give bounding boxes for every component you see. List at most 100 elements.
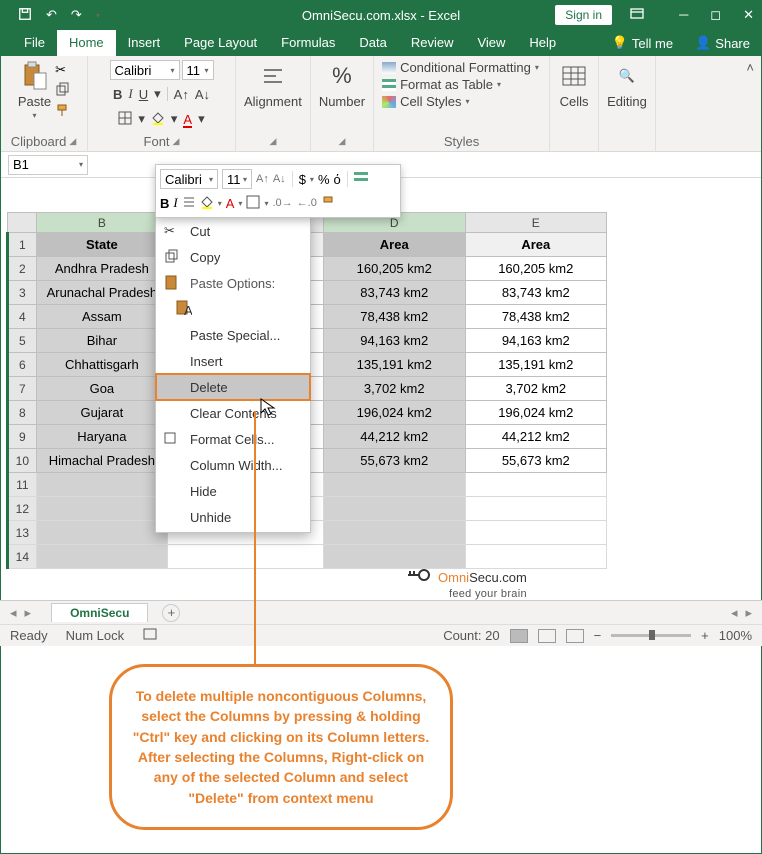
- cell[interactable]: Arunachal Pradesh: [36, 281, 167, 305]
- mini-fill[interactable]: [200, 195, 214, 212]
- cell[interactable]: Area: [465, 233, 607, 257]
- mini-grow-font[interactable]: A↑: [256, 173, 269, 185]
- tab-home[interactable]: Home: [57, 30, 116, 56]
- ctx-paste[interactable]: A: [156, 296, 310, 322]
- mini-shrink-font[interactable]: A↓: [273, 173, 286, 185]
- zoom-in-icon[interactable]: +: [701, 628, 709, 643]
- format-as-table-button[interactable]: Format as Table▾: [382, 77, 539, 92]
- bold-button[interactable]: B: [113, 87, 122, 102]
- grow-font-button[interactable]: A↑: [174, 87, 189, 102]
- format-painter-icon[interactable]: [55, 103, 69, 120]
- row-header[interactable]: 2: [8, 257, 37, 281]
- alignment-launcher-icon[interactable]: ◢: [269, 136, 276, 147]
- underline-button[interactable]: U: [139, 87, 148, 102]
- mini-comma[interactable]: ό: [334, 172, 341, 187]
- row-header[interactable]: 5: [8, 329, 37, 353]
- mini-font-name[interactable]: Calibri▾: [160, 169, 218, 189]
- ctx-paste-special[interactable]: Paste Special...: [156, 322, 310, 348]
- row-header[interactable]: 6: [8, 353, 37, 377]
- mini-format-painter[interactable]: [321, 195, 335, 212]
- cell[interactable]: 3,702 km2: [465, 377, 607, 401]
- tab-view[interactable]: View: [465, 30, 517, 56]
- font-size-combo[interactable]: 11▾: [182, 60, 214, 80]
- row-header[interactable]: 8: [8, 401, 37, 425]
- cell[interactable]: Area: [323, 233, 465, 257]
- cell[interactable]: 44,212 km2: [465, 425, 607, 449]
- ctx-unhide[interactable]: Unhide: [156, 504, 310, 530]
- cell[interactable]: 83,743 km2: [465, 281, 607, 305]
- share-button[interactable]: 👤Share: [695, 35, 750, 51]
- cell[interactable]: 44,212 km2: [323, 425, 465, 449]
- view-pagelayout-icon[interactable]: [538, 629, 556, 643]
- cell[interactable]: 55,673 km2: [323, 449, 465, 473]
- cell[interactable]: 135,191 km2: [465, 353, 607, 377]
- ctx-column-width[interactable]: Column Width...: [156, 452, 310, 478]
- view-pagebreak-icon[interactable]: [566, 629, 584, 643]
- conditional-formatting-button[interactable]: Conditional Formatting▾: [382, 60, 539, 75]
- cell[interactable]: 135,191 km2: [323, 353, 465, 377]
- cut-icon[interactable]: ✂: [55, 62, 69, 78]
- tab-file[interactable]: File: [12, 30, 57, 56]
- cell[interactable]: 196,024 km2: [465, 401, 607, 425]
- next-sheet-icon[interactable]: ▸: [25, 605, 32, 621]
- redo-icon[interactable]: ↷: [71, 7, 82, 23]
- maximize-icon[interactable]: ◻: [710, 7, 721, 23]
- ribbon-display-icon[interactable]: [630, 8, 644, 23]
- cells-button[interactable]: Cells: [558, 60, 590, 109]
- row-header[interactable]: 7: [8, 377, 37, 401]
- zoom-out-icon[interactable]: −: [594, 628, 602, 643]
- tellme-button[interactable]: 💡Tell me: [612, 35, 673, 51]
- tab-formulas[interactable]: Formulas: [269, 30, 347, 56]
- row-header[interactable]: 1: [8, 233, 37, 257]
- cell[interactable]: Haryana: [36, 425, 167, 449]
- row-header[interactable]: 3: [8, 281, 37, 305]
- font-name-combo[interactable]: Calibri▾: [110, 60, 180, 80]
- accessibility-icon[interactable]: [142, 627, 158, 644]
- tab-data[interactable]: Data: [347, 30, 398, 56]
- number-launcher-icon[interactable]: ◢: [338, 136, 345, 147]
- undo-icon[interactable]: ↶: [46, 7, 57, 23]
- collapse-ribbon-icon[interactable]: ˄: [738, 56, 762, 151]
- mini-align[interactable]: [182, 196, 196, 211]
- ctx-delete[interactable]: Delete: [156, 374, 310, 400]
- mini-italic[interactable]: I: [173, 195, 177, 211]
- col-header-E[interactable]: E: [465, 213, 607, 233]
- cell[interactable]: 160,205 km2: [323, 257, 465, 281]
- mini-dec-decimal[interactable]: ←.0: [297, 197, 317, 209]
- cell[interactable]: 78,438 km2: [465, 305, 607, 329]
- italic-button[interactable]: I: [128, 86, 132, 102]
- ctx-clear-contents[interactable]: Clear Contents: [156, 400, 310, 426]
- name-box[interactable]: B1▾: [8, 155, 88, 175]
- editing-button[interactable]: 🔍 Editing: [607, 60, 647, 109]
- sheet-tab[interactable]: OmniSecu: [51, 603, 148, 622]
- tab-page-layout[interactable]: Page Layout: [172, 30, 269, 56]
- cell[interactable]: Himachal Pradesh: [36, 449, 167, 473]
- cell[interactable]: 94,163 km2: [323, 329, 465, 353]
- cell[interactable]: 94,163 km2: [465, 329, 607, 353]
- fill-color-button[interactable]: [151, 111, 165, 128]
- borders-button[interactable]: [118, 111, 132, 128]
- cell[interactable]: Assam: [36, 305, 167, 329]
- row-header[interactable]: 9: [8, 425, 37, 449]
- cell[interactable]: Bihar: [36, 329, 167, 353]
- clipboard-launcher-icon[interactable]: ◢: [69, 136, 76, 147]
- view-normal-icon[interactable]: [510, 629, 528, 643]
- ctx-insert[interactable]: Insert: [156, 348, 310, 374]
- add-sheet-icon[interactable]: +: [162, 604, 180, 622]
- zoom-slider[interactable]: [611, 634, 691, 637]
- signin-button[interactable]: Sign in: [555, 5, 612, 25]
- tab-review[interactable]: Review: [399, 30, 466, 56]
- ctx-cut[interactable]: ✂Cut: [156, 218, 310, 244]
- number-button[interactable]: % Number: [319, 60, 365, 109]
- col-header-B[interactable]: B: [36, 213, 167, 233]
- cell-styles-button[interactable]: Cell Styles▾: [382, 94, 539, 109]
- ctx-format-cells[interactable]: Format Cells...: [156, 426, 310, 452]
- shrink-font-button[interactable]: A↓: [195, 87, 210, 102]
- cell[interactable]: Chhattisgarh: [36, 353, 167, 377]
- mini-percent[interactable]: %: [318, 172, 330, 187]
- ctx-copy[interactable]: Copy: [156, 244, 310, 270]
- mini-font-color[interactable]: A: [226, 196, 235, 211]
- mini-borders[interactable]: [246, 195, 260, 212]
- cell[interactable]: 3,702 km2: [323, 377, 465, 401]
- cell[interactable]: Andhra Pradesh: [36, 257, 167, 281]
